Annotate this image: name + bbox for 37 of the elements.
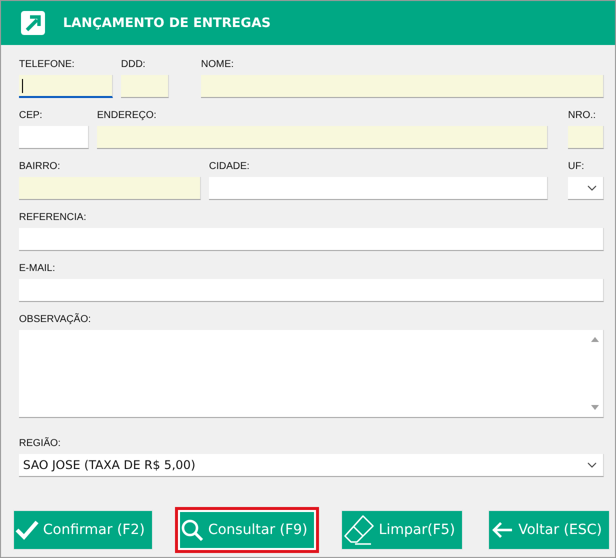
input-field[interactable] [19, 75, 113, 98]
field-label: ENDEREÇO: [97, 110, 158, 123]
window-title: LANÇAMENTO DE ENTREGAS [63, 16, 271, 30]
input-field[interactable] [19, 279, 604, 302]
action-button[interactable]: Consultar (F9) [175, 507, 318, 553]
chevron-down-icon [587, 185, 597, 191]
search-icon [180, 518, 204, 542]
field-label: NOME: [201, 59, 235, 72]
field-label: TELEFONE: [19, 59, 76, 72]
scroll-up-icon[interactable] [591, 336, 599, 342]
field-label: DDD: [121, 59, 146, 72]
dropdown[interactable] [568, 177, 604, 200]
field-label: NRO.: [568, 110, 597, 123]
checkmark-icon [15, 518, 39, 542]
input-field[interactable] [568, 126, 604, 149]
field-label: OBSERVAÇÃO: [19, 314, 92, 327]
input-field[interactable] [19, 126, 89, 149]
field-label: UF: [568, 161, 586, 174]
field-label: CIDADE: [209, 161, 251, 174]
input-field[interactable] [19, 177, 201, 200]
chevron-down-icon [587, 462, 597, 468]
field-label: E-MAIL: [19, 263, 56, 276]
action-button[interactable]: Voltar (ESC) [485, 507, 613, 553]
arrow-logo-icon [21, 11, 45, 35]
action-button[interactable]: Confirmar (F2) [10, 507, 156, 553]
field-label: BAIRRO: [19, 161, 62, 174]
scroll-down-icon[interactable] [591, 405, 599, 411]
input-field[interactable] [201, 75, 604, 98]
eraser-icon [342, 514, 375, 546]
field-label: REGIÃO: [19, 438, 62, 451]
input-field[interactable] [97, 126, 548, 149]
input-field[interactable] [209, 177, 548, 200]
dropdown[interactable]: SAO JOSE (TAXA DE R$ 5,00) [19, 454, 604, 477]
input-field[interactable] [19, 228, 604, 251]
field-label: REFERENCIA: [19, 212, 88, 225]
input-field[interactable] [121, 75, 169, 98]
field-label: CEP: [19, 110, 44, 123]
